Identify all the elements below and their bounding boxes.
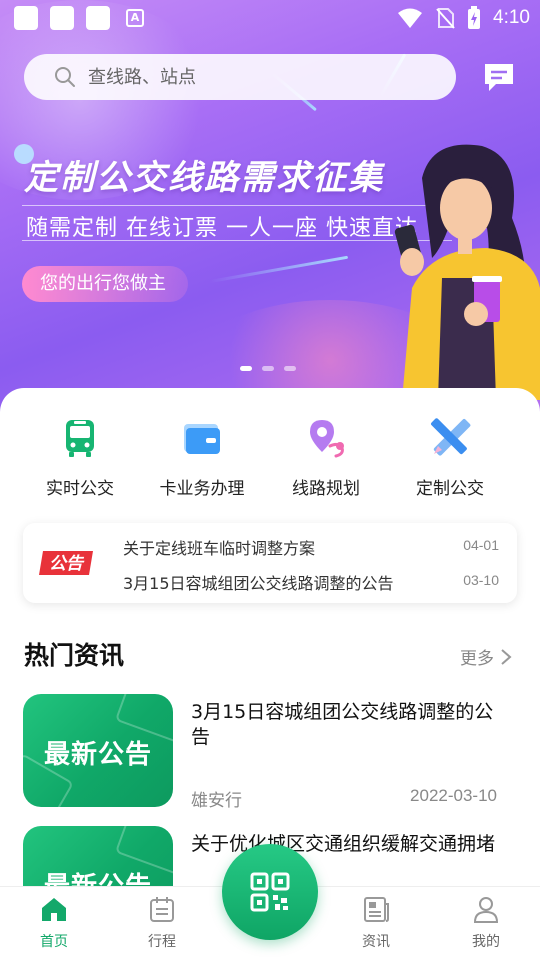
banner-title: 定制公交线路需求征集 xyxy=(24,158,384,198)
notification-icon xyxy=(14,6,38,30)
quick-action-route-planning[interactable]: 线路规划 xyxy=(266,408,386,499)
news-date: 2022-03-10 xyxy=(410,786,497,805)
banner-carousel[interactable]: A 4:10 定制公交线路需求征集 xyxy=(0,0,540,420)
quick-actions: 实时公交 卡业务办理 线路规划 定制公交 xyxy=(0,408,540,499)
carousel-indicator xyxy=(240,366,296,371)
news-source: 雄安行 xyxy=(191,791,242,811)
battery-charging-icon xyxy=(468,6,481,29)
search-bar[interactable] xyxy=(24,54,456,100)
tab-home[interactable]: 首页 xyxy=(14,893,94,951)
tab-profile[interactable]: 我的 xyxy=(446,893,526,951)
card-wallet-icon xyxy=(184,424,220,454)
newspaper-icon xyxy=(364,897,389,922)
quick-action-label: 定制公交 xyxy=(416,479,484,499)
banner-divider xyxy=(22,205,452,206)
carousel-dot[interactable] xyxy=(284,366,296,371)
route-pin-icon xyxy=(310,420,344,458)
notice-date: 04-01 xyxy=(463,537,499,553)
notice-item[interactable]: 3月15日容城组团公交线路调整的公告 03-10 xyxy=(123,570,503,600)
bus-icon xyxy=(66,420,94,457)
calendar-icon xyxy=(150,897,174,922)
quick-action-card-service[interactable]: 卡业务办理 xyxy=(142,408,262,499)
home-icon xyxy=(42,898,66,921)
tab-label: 我的 xyxy=(472,934,500,950)
tab-news[interactable]: 资讯 xyxy=(336,893,416,951)
news-thumb-label: 最新公告 xyxy=(43,740,152,770)
quick-action-label: 实时公交 xyxy=(46,479,114,499)
notice-date: 03-10 xyxy=(463,572,499,588)
woman-illustration xyxy=(394,144,540,400)
notification-icon xyxy=(86,6,110,30)
carousel-dot[interactable] xyxy=(262,366,274,371)
search-input[interactable] xyxy=(88,66,418,88)
more-label: 更多 xyxy=(460,649,494,669)
user-icon xyxy=(473,897,499,923)
quick-action-realtime-bus[interactable]: 实时公交 xyxy=(20,408,140,499)
quick-action-label: 线路规划 xyxy=(292,479,360,499)
chevron-right-icon xyxy=(501,648,512,665)
status-time: 4:10 xyxy=(493,7,530,28)
status-bar: A 4:10 xyxy=(0,0,540,36)
banner-divider xyxy=(22,240,452,241)
message-icon[interactable] xyxy=(482,60,516,94)
notice-item[interactable]: 关于定线班车临时调整方案 04-01 xyxy=(123,535,503,565)
banner-streak xyxy=(209,255,349,283)
news-title: 3月15日容城组团公交线路调整的公告 xyxy=(191,701,494,748)
banner-subtitle: 随需定制 在线订票 一人一座 快速直达 xyxy=(26,216,418,241)
tab-label: 资讯 xyxy=(362,934,390,950)
more-link[interactable]: 更多 xyxy=(460,644,512,669)
search-icon xyxy=(55,67,75,87)
announcement-badge-icon: 公告 xyxy=(39,551,93,575)
qr-scan-icon xyxy=(250,872,290,912)
news-item[interactable]: 最新公告 3月15日容城组团公交线路调整的公告 雄安行 2022-03-10 xyxy=(23,694,517,811)
tab-label: 首页 xyxy=(40,934,68,950)
quick-action-custom-bus[interactable]: 定制公交 xyxy=(390,408,510,499)
notice-text: 3月15日容城组团公交线路调整的公告 xyxy=(123,574,394,593)
no-sim-icon xyxy=(436,8,455,29)
tab-trips[interactable]: 行程 xyxy=(122,893,202,951)
scan-qr-button[interactable] xyxy=(222,844,318,940)
notice-badge-text: 公告 xyxy=(49,554,85,574)
ruler-pencil-icon xyxy=(431,418,471,456)
wifi-icon xyxy=(398,8,423,28)
quick-action-label: 卡业务办理 xyxy=(159,479,245,499)
banner-pill: 您的出行您做主 xyxy=(22,266,188,302)
notice-text: 关于定线班车临时调整方案 xyxy=(123,539,316,558)
carousel-dot[interactable] xyxy=(240,366,252,371)
news-title: 关于优化城区交通组织缓解交通拥堵 xyxy=(191,833,496,855)
app-notification-icon: A xyxy=(126,9,144,27)
notice-board[interactable]: 公告 关于定线班车临时调整方案 04-01 3月15日容城组团公交线路调整的公告… xyxy=(23,523,517,603)
section-title-hot-news: 热门资讯 xyxy=(24,641,125,670)
notification-icon xyxy=(50,6,74,30)
main-content: 实时公交 卡业务办理 线路规划 定制公交 公告 关于定线班车临时调整方案 04-… xyxy=(0,388,540,939)
news-thumbnail: 最新公告 xyxy=(23,694,173,807)
tab-label: 行程 xyxy=(148,934,176,950)
